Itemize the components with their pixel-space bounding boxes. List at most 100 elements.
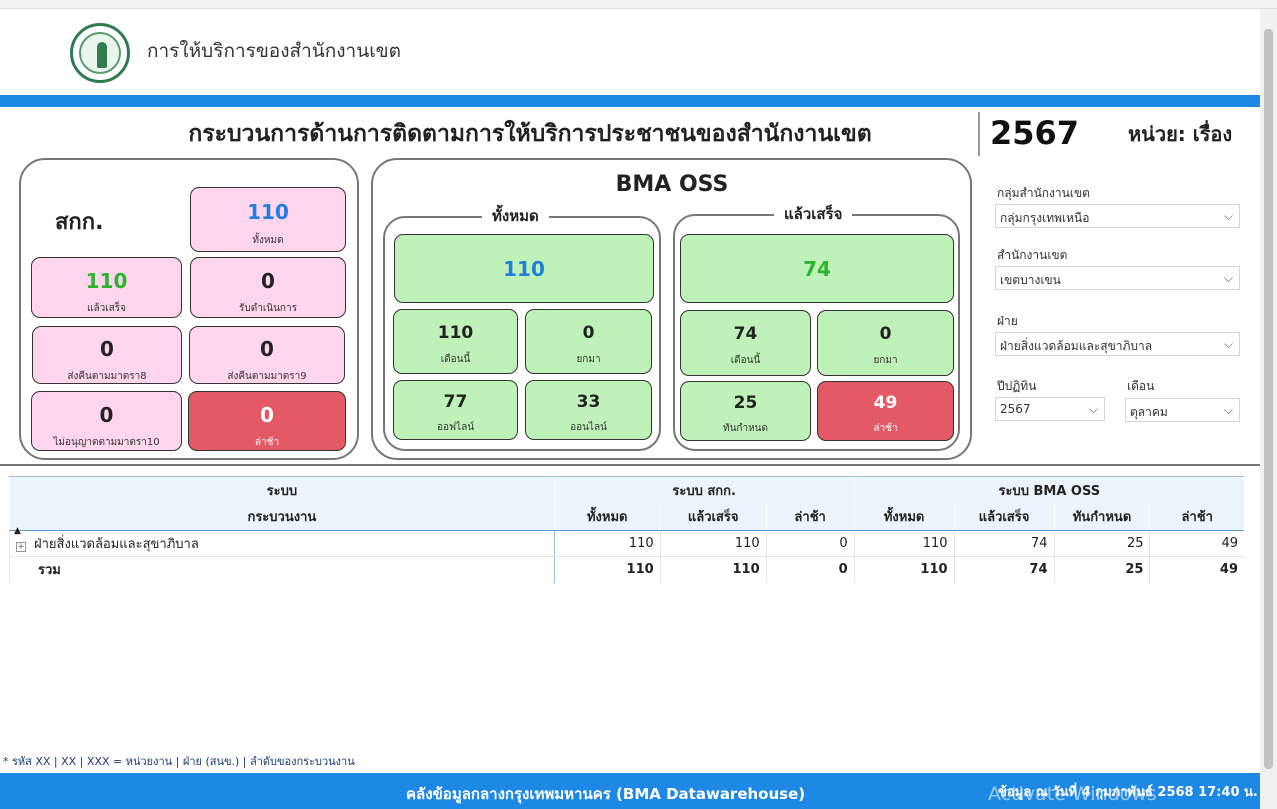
group-filter-value: กลุ่มกรุงเทพเหนือ [1000,211,1090,225]
oss-all-offline-card[interactable]: 77 ออฟไลน์ [393,380,518,440]
total-cell: 74 [953,556,1055,583]
year-separator [978,112,980,156]
table-row[interactable]: + ฝ่ายสิ่งแวดล้อมและสุขาภิบาล 110 110 0 1… [9,530,1244,557]
oss-all-this-month-card[interactable]: 110 เดือนนี้ [393,309,518,374]
oss-done-on-time-card[interactable]: 25 ทันกำหนด [680,381,811,441]
table-total-row: รวม 110 110 0 110 74 25 49 [9,556,1244,583]
unit-label: หน่วย: เรื่อง [1128,122,1233,146]
skk-late-card[interactable]: 0 ล่าช้า [188,391,346,451]
column-header-oss-done[interactable]: แล้วเสร็จ [953,503,1055,531]
expand-plus-icon[interactable]: + [16,542,26,552]
oss-all-online-card[interactable]: 33 ออนไลน์ [525,380,652,440]
section-divider [0,464,1260,466]
oss-done-on-time-label: ทันกำหนด [722,423,769,434]
month-filter-value: ตุลาคม [1130,405,1168,419]
footer-title: คลังข้อมูลกลางกรุงเทพมหานคร (BMA Datawar… [406,785,806,803]
oss-done-late-value: 49 [873,393,898,413]
year-display: 2567 [990,114,1080,152]
oss-done-on-time-value: 25 [733,393,758,413]
browser-top-strip [0,0,1277,9]
oss-all-this-month-label: เดือนนี้ [440,354,471,365]
column-header-process[interactable]: กระบวนงาน [9,503,555,531]
header-title: การให้บริการของสำนักงานเขต [147,40,402,62]
column-header-oss-total[interactable]: ทั้งหมด [853,503,955,531]
total-cell: 0 [765,556,855,583]
oss-done-carried-card[interactable]: 0 ยกมา [817,310,954,376]
skk-done-card[interactable]: 110 แล้วเสร็จ [31,257,182,318]
chevron-down-icon: ⌵ [1088,402,1098,416]
dashboard-title: กระบวนการด้านการติดตามการให้บริการประชาช… [188,121,872,147]
oss-all-offline-value: 77 [443,392,468,412]
table-cell: 110 [853,530,955,557]
code-footnote: * รหัส XX | XX | XXX = หน่วยงาน | ฝ่าย (… [3,755,355,768]
oss-all-carried-card[interactable]: 0 ยกมา [525,309,652,374]
skk-late-value: 0 [260,403,274,427]
oss-done-this-month-card[interactable]: 74 เดือนนี้ [680,310,811,376]
skk-label: สกก. [55,210,104,235]
skk-return9-card[interactable]: 0 ส่งคืนตามมาตรา9 [189,326,345,384]
column-header-skk-late[interactable]: ล่าช้า [765,503,855,531]
group-header-skk: ระบบ สกก. [553,476,855,504]
skk-late-label: ล่าช้า [254,437,280,448]
group-header-system: ระบบ [9,476,555,504]
total-cell: 25 [1053,556,1150,583]
oss-all-carried-label: ยกมา [576,354,601,365]
district-filter-label: สำนักงานเขต [997,248,1068,262]
sort-up-icon[interactable]: ▲ [14,526,21,536]
chevron-down-icon: ⌵ [1223,337,1233,351]
table-cell: 110 [659,530,767,557]
skk-return9-value: 0 [260,337,274,361]
group-filter-select[interactable]: กลุ่มกรุงเทพเหนือ ⌵ [995,204,1240,228]
skk-deny10-card[interactable]: 0 ไม่อนุญาตตามมาตรา10 [31,391,182,451]
total-cell: 110 [853,556,955,583]
division-filter-value: ฝ่ายสิ่งแวดล้อมและสุขาภิบาล [1000,339,1153,353]
oss-done-late-label: ล่าช้า [873,423,898,434]
division-filter-select[interactable]: ฝ่ายสิ่งแวดล้อมและสุขาภิบาล ⌵ [995,332,1240,356]
table-cell: 0 [765,530,855,557]
division-filter-label: ฝ่าย [997,314,1018,328]
column-header-oss-on-time[interactable]: ทันกำหนด [1053,503,1150,531]
total-cell: 49 [1149,556,1244,583]
oss-all-offline-label: ออฟไลน์ [436,422,475,433]
oss-done-total-card[interactable]: 74 [680,234,954,303]
scrollbar-thumb[interactable] [1264,29,1273,769]
skk-return8-card[interactable]: 0 ส่งคืนตามมาตรา8 [32,326,182,384]
district-filter-select[interactable]: เขตบางเขน ⌵ [995,266,1240,290]
skk-done-label: แล้วเสร็จ [87,303,126,314]
column-header-skk-done[interactable]: แล้วเสร็จ [659,503,767,531]
skk-return8-label: ส่งคืนตามมาตรา8 [67,371,147,382]
skk-total-label: ทั้งหมด [252,235,284,246]
skk-total-card[interactable]: 110 ทั้งหมด [190,187,346,252]
column-header-skk-total[interactable]: ทั้งหมด [553,503,661,531]
oss-all-online-value: 33 [576,392,601,412]
page-header: การให้บริการของสำนักงานเขต [0,9,1260,95]
table-cell: 49 [1149,530,1244,557]
oss-done-late-card[interactable]: 49 ล่าช้า [817,381,954,441]
skk-total-value: 110 [247,200,289,224]
group-filter-label: กลุ่มสำนักงานเขต [997,186,1090,200]
oss-all-online-label: ออนไลน์ [570,422,607,433]
table-cell: 110 [553,530,661,557]
skk-processing-label: รับดำเนินการ [239,303,297,314]
skk-processing-card[interactable]: 0 รับดำเนินการ [190,257,346,318]
total-cell: 110 [553,556,661,583]
table-cell: 74 [953,530,1055,557]
oss-all-total-card[interactable]: 110 [394,234,654,303]
month-filter-label: เดือน [1127,379,1155,393]
vertical-scrollbar[interactable] [1260,9,1277,809]
district-filter-value: เขตบางเขน [1000,273,1061,287]
chevron-down-icon: ⌵ [1223,403,1233,417]
oss-done-carried-value: 0 [879,324,892,344]
chevron-down-icon: ⌵ [1223,271,1233,285]
oss-all-title: ทั้งหมด [482,204,549,228]
total-label: รวม [9,556,555,583]
group-header-oss: ระบบ BMA OSS [853,476,1244,504]
oss-done-carried-label: ยกมา [873,355,898,366]
year-filter-select[interactable]: 2567 ⌵ [995,397,1105,421]
month-filter-select[interactable]: ตุลาคม ⌵ [1125,398,1240,422]
oss-done-this-month-label: เดือนนี้ [730,355,761,366]
activate-windows-watermark: Activate Windows [988,783,1157,805]
column-header-oss-late[interactable]: ล่าช้า [1149,503,1244,531]
table-cell-process[interactable]: + ฝ่ายสิ่งแวดล้อมและสุขาภิบาล [9,530,555,557]
total-cell: 110 [659,556,767,583]
